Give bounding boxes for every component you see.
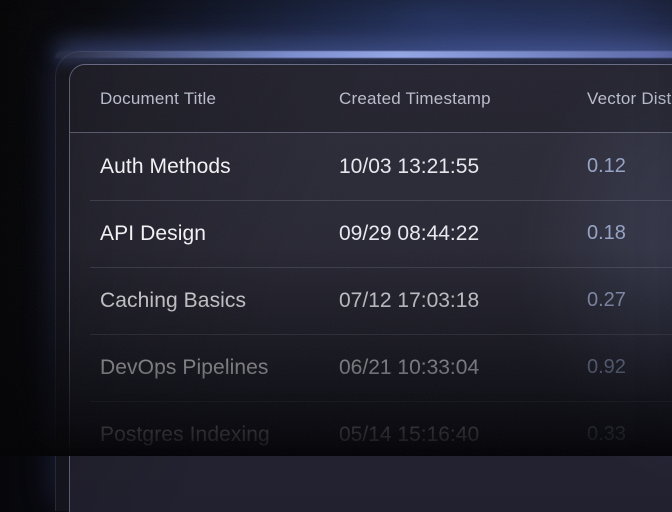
table-body: Auth Methods 10/03 13:21:55 0.12 API Des… xyxy=(70,133,672,468)
table-row[interactable]: Caching Basics 07/12 17:03:18 0.27 xyxy=(70,267,672,334)
documents-table-card: Document Title Created Timestamp Vector … xyxy=(69,64,672,512)
table-row[interactable]: Postgres Indexing 05/14 15:16:40 0.33 xyxy=(70,401,672,468)
cell-vector-distance: 0.18 xyxy=(587,222,672,245)
table-row[interactable]: API Design 09/29 08:44:22 0.18 xyxy=(70,200,672,267)
cell-document-title: Caching Basics xyxy=(100,289,339,313)
cell-vector-distance: 0.33 xyxy=(587,423,672,446)
cell-created-timestamp: 10/03 13:21:55 xyxy=(339,155,587,179)
table-row[interactable]: DevOps Pipelines 06/21 10:33:04 0.92 xyxy=(70,334,672,401)
cell-vector-distance: 0.12 xyxy=(587,155,672,178)
cell-document-title: DevOps Pipelines xyxy=(100,356,339,380)
column-header-vector-distance: Vector Distance xyxy=(587,89,672,109)
table-row[interactable]: Auth Methods 10/03 13:21:55 0.12 xyxy=(70,133,672,200)
cell-document-title: Auth Methods xyxy=(100,155,339,179)
cell-vector-distance: 0.92 xyxy=(587,356,672,379)
screenshot-root: { "table": { "columns": [ { "label": "Do… xyxy=(0,0,672,456)
cell-document-title: API Design xyxy=(100,222,339,246)
frame-top-glow xyxy=(55,51,672,58)
column-header-created-timestamp: Created Timestamp xyxy=(339,89,587,109)
column-header-document-title: Document Title xyxy=(100,89,339,109)
cell-document-title: Postgres Indexing xyxy=(100,423,339,447)
cell-created-timestamp: 05/14 15:16:40 xyxy=(339,423,587,447)
cell-created-timestamp: 06/21 10:33:04 xyxy=(339,356,587,380)
cell-created-timestamp: 09/29 08:44:22 xyxy=(339,222,587,246)
cell-vector-distance: 0.27 xyxy=(587,289,672,312)
table-header-row: Document Title Created Timestamp Vector … xyxy=(70,65,672,133)
cell-created-timestamp: 07/12 17:03:18 xyxy=(339,289,587,313)
device-frame: Document Title Created Timestamp Vector … xyxy=(55,51,672,511)
